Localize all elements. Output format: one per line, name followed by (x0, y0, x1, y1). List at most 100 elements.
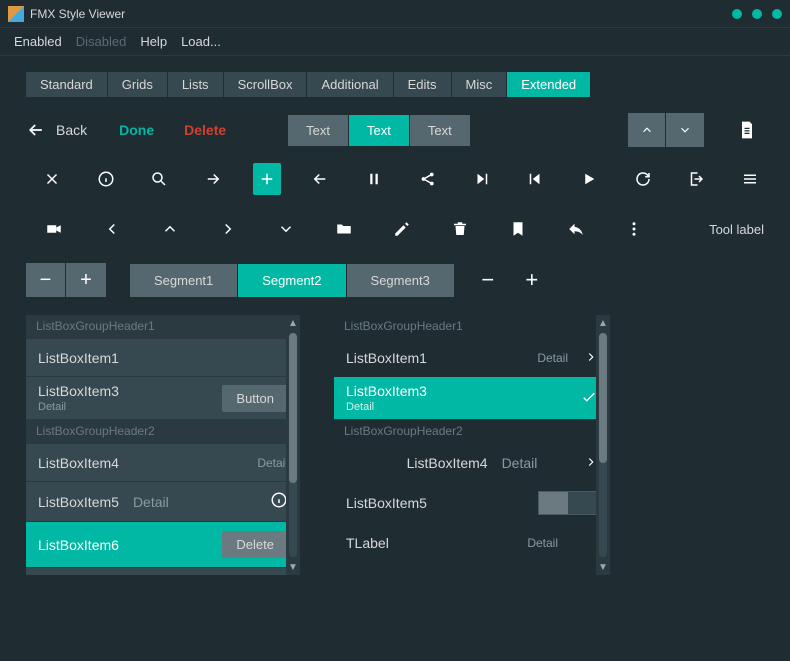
right-scrollbar[interactable]: ▲ ▼ (596, 315, 610, 575)
plus-icon (258, 170, 276, 188)
close-dot[interactable] (772, 9, 782, 19)
search-icon (150, 170, 168, 188)
minus-button[interactable]: − (26, 263, 66, 297)
tool-label: Tool label (709, 222, 764, 237)
folder-button[interactable] (328, 213, 360, 245)
chevron-left-button[interactable] (96, 213, 128, 245)
pause-button[interactable] (360, 163, 388, 195)
left-item-6-delete-button[interactable]: Delete (222, 531, 288, 558)
small-minus[interactable]: − (478, 267, 498, 293)
back-button[interactable]: Back (26, 120, 87, 140)
chevron-up-icon (161, 220, 179, 238)
trash-icon (451, 220, 469, 238)
document-button[interactable] (730, 113, 764, 147)
right-item-5[interactable]: ListBoxItem5 (334, 482, 610, 524)
switch-toggle[interactable] (538, 491, 598, 515)
app-logo-icon (8, 6, 24, 22)
left-item-3[interactable]: ListBoxItem3 Detail Button (26, 377, 300, 420)
forward-button[interactable] (199, 163, 227, 195)
refresh-button[interactable] (629, 163, 657, 195)
menu-enabled[interactable]: Enabled (14, 34, 62, 49)
tab-edits[interactable]: Edits (394, 72, 451, 97)
chevron-right-icon (219, 220, 237, 238)
share-icon (419, 170, 437, 188)
small-plus[interactable]: + (522, 267, 542, 293)
next-button[interactable] (468, 163, 496, 195)
share-button[interactable] (414, 163, 442, 195)
icon-row-2: Tool label (26, 213, 764, 245)
left-scrollbar[interactable]: ▲ ▼ (286, 315, 300, 575)
info-icon (97, 170, 115, 188)
prev-button[interactable] (521, 163, 549, 195)
left-item-1[interactable]: ListBoxItem1 (26, 339, 300, 377)
trash-button[interactable] (444, 213, 476, 245)
right-tlabel[interactable]: TLabel Detail (334, 524, 610, 562)
plus-button[interactable]: + (66, 263, 106, 297)
more-button[interactable] (618, 213, 650, 245)
tab-additional[interactable]: Additional (307, 72, 392, 97)
menu-bar: Enabled Disabled Help Load... (0, 28, 790, 56)
tab-lists[interactable]: Lists (168, 72, 223, 97)
tab-standard[interactable]: Standard (26, 72, 107, 97)
scroll-down-icon[interactable]: ▼ (288, 559, 298, 575)
scroll-up-icon[interactable]: ▲ (598, 315, 608, 331)
up-button[interactable] (628, 113, 666, 147)
menu-help[interactable]: Help (140, 34, 167, 49)
scroll-down-icon[interactable]: ▼ (598, 559, 608, 575)
info-button[interactable] (92, 163, 120, 195)
chevron-left-icon (103, 220, 121, 238)
close-button[interactable] (38, 163, 66, 195)
down-button[interactable] (666, 113, 704, 147)
tab-scrollbox[interactable]: ScrollBox (224, 72, 307, 97)
pause-icon (365, 170, 383, 188)
bookmark-icon (509, 220, 527, 238)
left-item-6[interactable]: ListBoxItem6 Delete (26, 522, 300, 568)
skip-next-icon (473, 170, 491, 188)
tab-misc[interactable]: Misc (452, 72, 507, 97)
chevron-down-button[interactable] (270, 213, 302, 245)
left-group-header-2: ListBoxGroupHeader2 (26, 420, 300, 444)
right-group-header-1: ListBoxGroupHeader1 (334, 315, 610, 339)
exit-button[interactable] (683, 163, 711, 195)
arrow-left-icon (311, 170, 329, 188)
left-item-3-button[interactable]: Button (222, 385, 288, 412)
tab-grids[interactable]: Grids (108, 72, 167, 97)
segment-2[interactable]: Segment2 (238, 264, 346, 297)
scroll-up-icon[interactable]: ▲ (288, 315, 298, 331)
segment-control: Segment1 Segment2 Segment3 (130, 264, 454, 297)
right-group-footer-1: ListBoxGroupFooter1 (334, 570, 610, 575)
document-icon (737, 120, 757, 140)
left-item-4[interactable]: ListBoxItem4 Detail (26, 444, 300, 482)
folder-icon (335, 220, 353, 238)
edit-button[interactable] (386, 213, 418, 245)
search-button[interactable] (145, 163, 173, 195)
right-item-1[interactable]: ListBoxItem1 Detail (334, 339, 610, 377)
left-item-5[interactable]: ListBoxItem5 Detail (26, 482, 300, 522)
right-item-4[interactable]: ListBoxItem4 Detail (334, 444, 610, 482)
chevron-up-button[interactable] (154, 213, 186, 245)
camera-icon (45, 220, 63, 238)
text-btn-3[interactable]: Text (410, 115, 470, 146)
menu-button[interactable] (736, 163, 764, 195)
camera-button[interactable] (38, 213, 70, 245)
done-button[interactable]: Done (119, 122, 154, 138)
segment-3[interactable]: Segment3 (347, 264, 454, 297)
right-item-3[interactable]: ListBoxItem3 Detail (334, 377, 610, 420)
back-icon-button[interactable] (307, 163, 335, 195)
play-button[interactable] (575, 163, 603, 195)
delete-button[interactable]: Delete (184, 122, 226, 138)
text-btn-1[interactable]: Text (288, 115, 349, 146)
chevron-right-button[interactable] (212, 213, 244, 245)
up-down-group (628, 113, 704, 147)
reply-button[interactable] (560, 213, 592, 245)
bookmark-button[interactable] (502, 213, 534, 245)
segment-1[interactable]: Segment1 (130, 264, 238, 297)
text-btn-2[interactable]: Text (349, 115, 410, 146)
add-button[interactable] (253, 163, 281, 195)
maximize-dot[interactable] (752, 9, 762, 19)
minimize-dot[interactable] (732, 9, 742, 19)
tab-extended[interactable]: Extended (507, 72, 590, 97)
left-item-7[interactable]: ListBoxItem7 (26, 568, 300, 575)
menu-load[interactable]: Load... (181, 34, 221, 49)
window-title: FMX Style Viewer (30, 7, 732, 21)
